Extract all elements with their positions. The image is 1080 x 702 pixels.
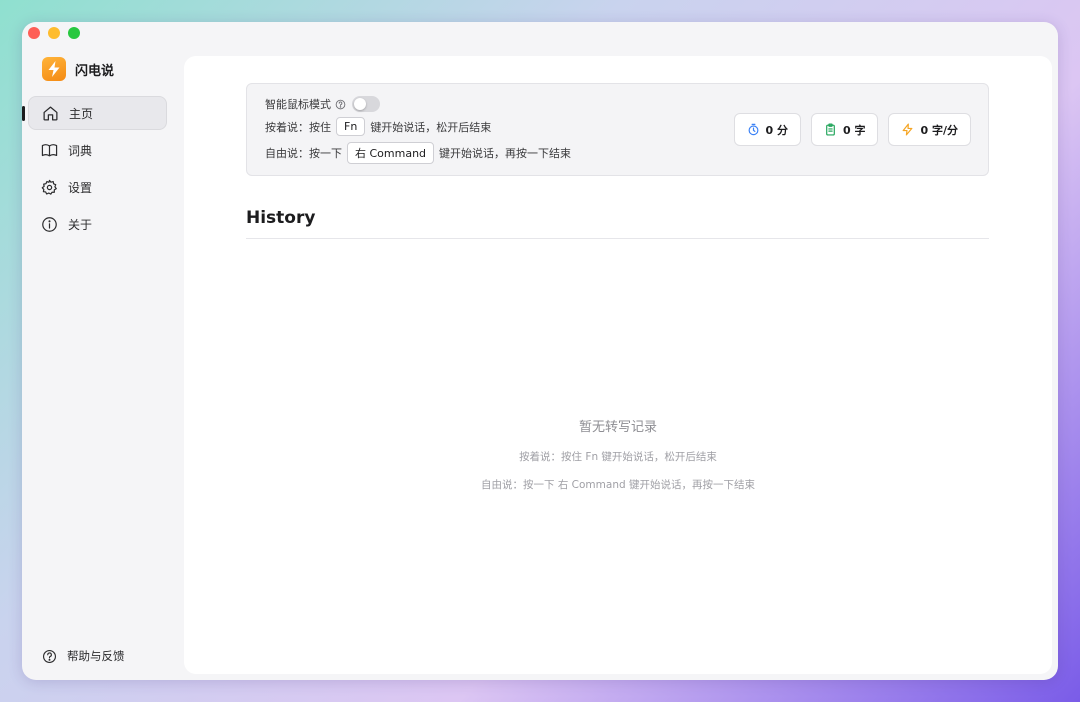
app-window: 闪电说 主页 词典 设置 关于 帮助与反馈 智能鼠标模式 按着说：按住 Fn 键…: [22, 22, 1058, 680]
info-icon: [42, 216, 57, 232]
lightning-icon: [903, 123, 913, 136]
speed-stat: 0 字/分: [888, 113, 971, 146]
help-feedback-link[interactable]: 帮助与反馈: [42, 648, 125, 664]
smart-mouse-toggle[interactable]: [352, 96, 380, 112]
sidebar-item-label: 主页: [69, 106, 94, 121]
stopwatch-icon: [748, 123, 758, 136]
history-empty-state: 暂无转写记录 按着说：按住 Fn 键开始说话，松开后结束 自由说：按一下 右 C…: [184, 416, 1052, 492]
sidebar-item-settings[interactable]: 设置: [28, 170, 167, 204]
gear-icon: [41, 179, 57, 195]
empty-free-hint: 自由说：按一下 右 Command 键开始说话，再按一下结束: [481, 479, 755, 491]
history-divider: [246, 238, 989, 239]
shortcut-panel: 智能鼠标模式 按着说：按住 Fn 键开始说话，松开后结束 自由说：按一下 右 C…: [246, 83, 989, 176]
empty-hold-hint: 按着说：按住 Fn 键开始说话，松开后结束: [519, 451, 717, 463]
sidebar-item-about[interactable]: 关于: [28, 207, 167, 241]
sidebar: 闪电说 主页 词典 设置 关于 帮助与反馈: [22, 22, 184, 680]
sidebar-item-dictionary[interactable]: 词典: [28, 133, 167, 167]
app-name: 闪电说: [75, 63, 115, 79]
speed-value: 0 字/分: [920, 123, 958, 137]
sidebar-item-label: 设置: [68, 180, 93, 195]
hold-prefix: 按着说：按住: [265, 120, 331, 134]
chars-stat: 0 字: [811, 113, 879, 146]
free-key: 右 Command: [347, 142, 435, 164]
free-prefix: 自由说：按一下: [265, 147, 342, 160]
question-mark-icon[interactable]: [335, 99, 346, 110]
hold-to-talk-row: 按着说：按住 Fn 键开始说话，松开后结束: [265, 117, 491, 136]
lightning-logo-icon: [42, 57, 66, 81]
minutes-stat: 0 分: [733, 113, 801, 146]
empty-title: 暂无转写记录: [578, 420, 657, 435]
hold-key: Fn: [336, 117, 366, 136]
hold-suffix: 键开始说话，松开后结束: [370, 120, 492, 134]
chars-value: 0 字: [843, 123, 866, 137]
brand: 闪电说: [42, 57, 114, 81]
minutes-value: 0 分: [765, 123, 788, 137]
free-talk-row: 自由说：按一下 右 Command 键开始说话，再按一下结束: [265, 142, 571, 164]
free-suffix: 键开始说话，再按一下结束: [439, 147, 572, 160]
sidebar-item-home[interactable]: 主页: [22, 96, 167, 130]
home-icon: [43, 105, 58, 121]
history-title: History: [246, 208, 316, 228]
help-feedback-label: 帮助与反馈: [67, 649, 125, 663]
sidebar-nav: 主页 词典 设置 关于: [22, 96, 167, 244]
book-icon: [41, 143, 58, 156]
stats-group: 0 分 0 字 0 字/分: [733, 113, 971, 146]
sidebar-item-label: 词典: [68, 143, 93, 158]
smart-mouse-label: 智能鼠标模式: [265, 98, 331, 111]
sidebar-item-label: 关于: [68, 217, 93, 232]
help-icon: [43, 649, 56, 663]
clipboard-icon: [826, 123, 835, 136]
main-content: 智能鼠标模式 按着说：按住 Fn 键开始说话，松开后结束 自由说：按一下 右 C…: [184, 56, 1052, 674]
smart-mouse-row: 智能鼠标模式: [265, 96, 380, 112]
